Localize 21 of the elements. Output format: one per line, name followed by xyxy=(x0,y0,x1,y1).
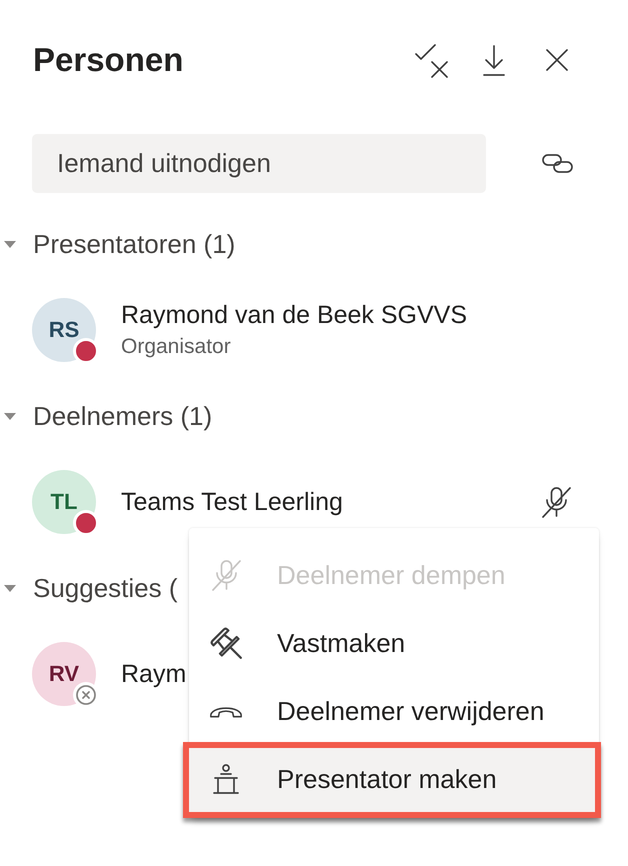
check-cross-icon xyxy=(414,42,448,78)
participant-name: Raym xyxy=(121,659,186,690)
invite-field[interactable]: Iemand uitnodigen xyxy=(32,134,486,193)
section-toggle[interactable]: Suggesties ( xyxy=(0,566,178,610)
panel-title: Personen xyxy=(33,41,184,79)
section-toggle[interactable]: Deelnemers (1) xyxy=(0,394,212,438)
download-icon xyxy=(483,44,505,76)
section-toggle[interactable]: Presentatoren (1) xyxy=(0,222,236,266)
participant-name: Teams Test Leerling xyxy=(121,487,343,518)
pushpin-icon xyxy=(209,626,243,660)
link-icon xyxy=(542,153,572,174)
avatar-initials: RV xyxy=(48,661,80,687)
avatar-initials: RS xyxy=(48,317,80,343)
participant-name: Raymond van de Beek SGVVS xyxy=(121,300,468,331)
presenter-icon xyxy=(212,764,240,794)
participant-role: Organisator xyxy=(121,334,231,360)
mic-off-icon xyxy=(210,559,242,591)
menu-item[interactable]: Deelnemer verwijderen xyxy=(189,677,599,745)
avatar-initials: TL xyxy=(50,489,78,515)
close-icon xyxy=(546,49,568,71)
menu-item[interactable]: Vastmaken xyxy=(189,609,599,677)
